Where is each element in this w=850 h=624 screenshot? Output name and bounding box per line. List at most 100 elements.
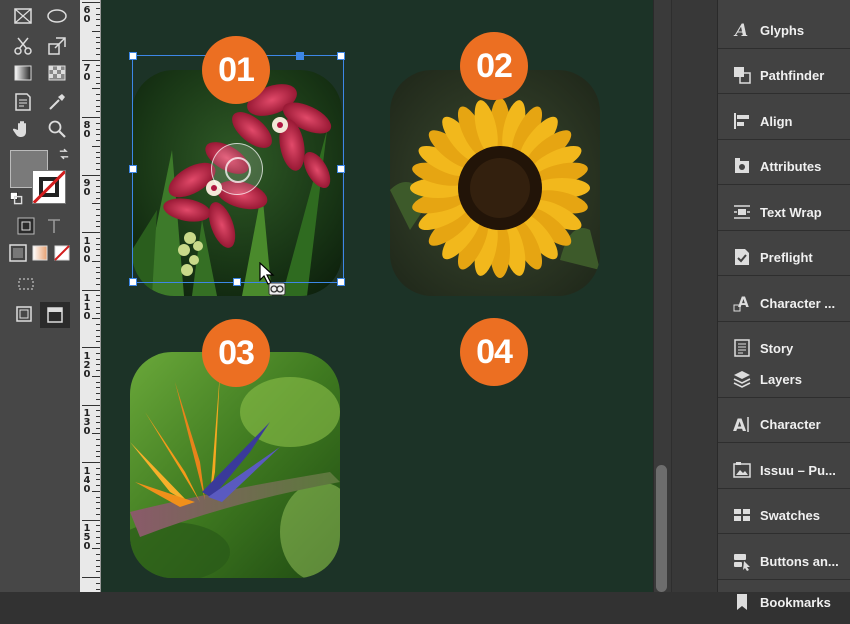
panel-item-text-wrap[interactable]: Text Wrap [718,190,850,234]
formatting-affects-text-button[interactable] [42,215,66,237]
apply-color-button[interactable] [6,242,30,264]
panel-item-issuu[interactable]: Issuu – Pu... [718,448,850,492]
ruler-tick [96,542,100,544]
resize-handle-right[interactable] [337,165,345,173]
note-tool[interactable] [11,91,35,113]
ruler-tick [96,439,100,440]
eyedropper-tool[interactable] [45,91,69,113]
ruler-tick [96,324,100,325]
ruler-label: 90 [83,178,91,198]
gradient-feather-tool[interactable] [45,62,69,84]
ruler-tick [96,220,100,222]
panel-item-layers[interactable]: Layers [718,357,850,401]
panel-dock-gutter [671,0,718,592]
ellipse-icon [47,9,67,23]
ruler-tick [82,232,100,233]
resize-handle-left[interactable] [129,165,137,173]
gradient-swatch-tool[interactable] [11,62,35,84]
ruler-tick [96,180,100,182]
svg-text:A: A [733,416,747,434]
swap-arrow-icon [59,148,69,160]
pathfinder-icon [730,65,754,85]
ruler-tick [82,59,100,61]
panel-item-label: Character [760,416,821,432]
panel-item-buttons-and-forms[interactable]: Buttons an... [718,539,850,583]
panel-item-character[interactable]: A Character [718,402,850,446]
hand-tool[interactable] [11,118,35,140]
panel-item-attributes[interactable]: Attributes [718,144,850,188]
default-fill-stroke-button[interactable] [8,190,24,206]
ruler-tick [96,48,100,49]
ruler-tick [96,450,100,452]
zoom-tool[interactable] [45,118,69,140]
panel-item-preflight[interactable]: Preflight [718,235,850,279]
ellipse-tool[interactable] [45,5,69,27]
panel-item-align[interactable]: Align [718,99,850,143]
ruler-tick [92,203,100,205]
panel-item-bookmarks[interactable]: Bookmarks [718,580,850,624]
number-badge: 04 [460,318,528,386]
ruler-tick [96,13,100,15]
ruler-tick [96,197,100,199]
ruler-tick [96,111,100,113]
resize-handle-bottom-right[interactable] [337,278,345,286]
swap-fill-stroke-button[interactable] [56,146,72,162]
panel-item-character-styles[interactable]: A Character ... [718,281,850,325]
resize-handle-top-left[interactable] [129,52,137,60]
preview-mode-button[interactable] [12,303,36,325]
ruler-tick [96,479,100,481]
apply-gradient-button[interactable] [28,242,52,264]
sunflower-photo [390,70,600,296]
free-transform-tool[interactable] [45,35,69,57]
resize-handle-top-right[interactable] [337,52,345,60]
panel-item-swatches[interactable]: Swatches [718,493,850,537]
panel-divider [718,139,850,140]
ruler-tick [96,571,100,573]
zoom-icon [48,120,66,138]
ruler-tick [96,370,100,371]
panel-item-glyphs[interactable]: A Glyphs [718,8,850,52]
resize-handle-bottom-left[interactable] [129,278,137,286]
ruler-tick [96,266,100,268]
rectangle-frame-tool[interactable] [11,5,35,27]
link-badge-icon[interactable] [268,282,286,296]
ruler-tick [92,145,100,147]
corner-radius-handle[interactable] [296,52,304,60]
scrollbar-thumb[interactable] [656,465,667,592]
image-frame-sunflower[interactable] [390,70,600,296]
apply-none-button[interactable] [50,242,74,264]
stroke-swatch[interactable] [32,170,66,204]
ruler-tick [96,444,100,446]
bookmarks-icon [730,592,754,612]
panel-divider [718,321,850,322]
ruler-tick [96,168,100,170]
normal-view-button[interactable] [40,302,70,328]
ruler-label: 150 [83,523,91,552]
ruler-tick [96,191,100,193]
screen-mode-button[interactable] [14,272,38,294]
ruler-tick [96,42,100,44]
ruler-tick [96,151,100,153]
text-wrap-icon [730,202,754,222]
ruler-tick [96,588,100,590]
eyedropper-icon [49,94,65,110]
ruler-tick [96,186,100,187]
ruler-tick [96,226,100,228]
panel-item-label: Swatches [760,507,820,523]
ruler-tick [96,94,100,95]
panel-item-pathfinder[interactable]: Pathfinder [718,53,850,97]
ruler-tick [82,174,100,176]
formatting-affects-container-button[interactable] [14,215,38,237]
attributes-icon [730,156,754,176]
scissors-tool[interactable] [11,35,35,57]
content-grabber[interactable] [211,143,263,195]
ruler-label: 130 [83,408,91,437]
resize-handle-bottom[interactable] [233,278,241,286]
document-canvas[interactable]: 01 02 03 04 [101,0,653,592]
panel-item-label: Glyphs [760,22,805,38]
ruler-tick [96,278,100,279]
ruler-tick [96,329,100,331]
ruler-tick [96,122,100,124]
number-badge: 01 [202,36,270,104]
ruler-tick [96,525,100,527]
